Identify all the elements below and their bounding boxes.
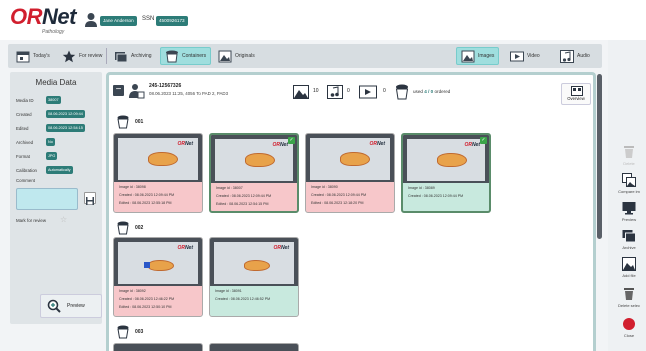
image-card[interactable]: ORNet ✓ Image id : 38007 Created : 08.06… <box>209 133 299 213</box>
add-image-icon <box>622 257 636 271</box>
comment-input[interactable] <box>16 188 78 210</box>
image-thumbnail: ORNet <box>114 134 202 182</box>
toolbar-divider <box>106 48 107 64</box>
media-data-panel: Media Data Media ID 38007 Created 08.06.… <box>10 72 102 324</box>
patient-info: 08.06.2023 11:25, 4056 To PAD 2, PAD3 <box>149 91 229 96</box>
archive-icon <box>115 51 128 62</box>
close-icon <box>623 318 635 330</box>
ssn-label: SSN <box>142 16 155 22</box>
image-count: 10 <box>313 88 319 94</box>
zoom-icon <box>47 299 61 313</box>
patient-icon <box>129 84 145 99</box>
media-data-title: Media Data <box>35 78 77 87</box>
monitor-icon <box>622 202 636 215</box>
save-icon <box>86 197 94 205</box>
top-toolbar: Today's For review Archiving Containers … <box>8 44 602 68</box>
todays-button[interactable]: Today's <box>12 47 54 65</box>
mark-review-star-icon[interactable]: ☆ <box>60 215 67 224</box>
audio-count: 0 <box>347 88 350 94</box>
group-002-header: 002 <box>117 221 143 235</box>
image-thumbnail: ORNet <box>211 135 297 183</box>
compare-icon <box>622 173 636 187</box>
group-003-header: 003 <box>117 325 143 339</box>
image-thumbnail: ORNet <box>306 134 394 182</box>
used-ordered-text: used 4 / 0 ordered <box>413 89 451 94</box>
archived-label: Archived <box>16 140 34 145</box>
user-icon <box>85 13 97 27</box>
container-icon <box>166 50 178 62</box>
image-thumbnail: ORNet <box>114 238 202 286</box>
audio-filter-button[interactable]: Audio <box>556 47 594 65</box>
container-used-icon <box>395 84 409 100</box>
patient-name-badge: Jane Anderson <box>100 16 137 26</box>
archiving-button[interactable]: Archiving <box>110 47 156 65</box>
trash-icon <box>624 146 634 158</box>
originals-button[interactable]: Originals <box>214 47 259 65</box>
mark-for-review-label: Mark for review <box>16 218 47 223</box>
checkmark-icon: ✓ <box>480 137 487 144</box>
edited-value: 08.06.2023 12:54:15 <box>46 124 85 132</box>
save-comment-button[interactable] <box>84 192 96 205</box>
app-header: ORNet Pathology Jane Anderson SSN 450092… <box>0 0 646 40</box>
container-icon <box>117 115 129 129</box>
image-card[interactable]: ORNet ✓ Image id : 38089 Created : 08.06… <box>401 133 491 213</box>
collapse-button[interactable]: − <box>113 85 124 96</box>
originals-icon <box>218 50 232 62</box>
calendar-icon <box>16 51 30 62</box>
container-header: − 245-12567326 08.06.2023 11:25, 4056 To… <box>113 81 591 105</box>
logo-subtitle: Pathology <box>42 29 65 35</box>
calibration-value: Automatically <box>46 166 73 174</box>
image-card-partial[interactable] <box>113 343 203 351</box>
overview-icon <box>571 86 583 96</box>
media-id-label: Media ID <box>16 98 34 103</box>
image-thumbnail: ORNet <box>403 135 489 183</box>
comment-label: Comment <box>16 178 36 183</box>
video-count: 0 <box>383 88 386 94</box>
image-card[interactable]: ORNet Image id : 38092 Created : 08.06.2… <box>113 237 203 317</box>
star-icon <box>62 50 76 62</box>
image-count-icon <box>293 85 309 99</box>
image-icon <box>461 50 475 62</box>
edited-label: Edited <box>16 126 29 131</box>
format-label: Format <box>16 154 30 159</box>
ssn-badge: 4500926173 <box>156 16 188 26</box>
close-button[interactable]: Close <box>612 314 646 350</box>
container-view: − 245-12567326 08.06.2023 11:25, 4056 To… <box>106 72 596 351</box>
archive-icon <box>622 230 636 243</box>
music-note-icon <box>560 49 574 63</box>
created-value: 08.06.2023 12:09:44 <box>46 110 85 118</box>
created-label: Created <box>16 112 32 117</box>
image-card[interactable]: ORNet Image id : 38091 Created : 08.06.2… <box>209 237 299 317</box>
format-value: JPG <box>46 152 58 160</box>
patient-id: 245-12567326 <box>149 83 182 89</box>
container-icon <box>117 325 129 339</box>
image-card-partial[interactable] <box>209 343 299 351</box>
ornet-logo: ORNet <box>10 4 76 29</box>
containers-button[interactable]: Containers <box>160 47 212 65</box>
trash-icon <box>624 288 634 300</box>
audio-count-icon <box>327 85 343 99</box>
image-card[interactable]: ORNet Image id : 38090 Created : 08.06.2… <box>305 133 395 213</box>
calibration-label: Calibration <box>16 168 37 173</box>
image-thumbnail: ORNet <box>210 238 298 286</box>
video-filter-button[interactable]: Video <box>506 47 544 65</box>
video-count-icon <box>359 85 377 99</box>
container-icon <box>117 221 129 235</box>
for-review-button[interactable]: For review <box>58 47 106 65</box>
overview-button[interactable]: Overview <box>561 83 591 105</box>
images-filter-button[interactable]: Images <box>456 47 500 65</box>
preview-button[interactable]: Preview <box>40 294 102 318</box>
archived-value: No <box>46 138 55 146</box>
group-001-header: 001 <box>117 115 143 129</box>
image-card[interactable]: ORNet Image id : 38098 Created : 08.06.2… <box>113 133 203 213</box>
checkmark-icon: ✓ <box>288 137 295 144</box>
media-id-value: 38007 <box>46 96 61 104</box>
main-scrollbar[interactable] <box>597 74 602 239</box>
video-icon <box>510 51 524 61</box>
